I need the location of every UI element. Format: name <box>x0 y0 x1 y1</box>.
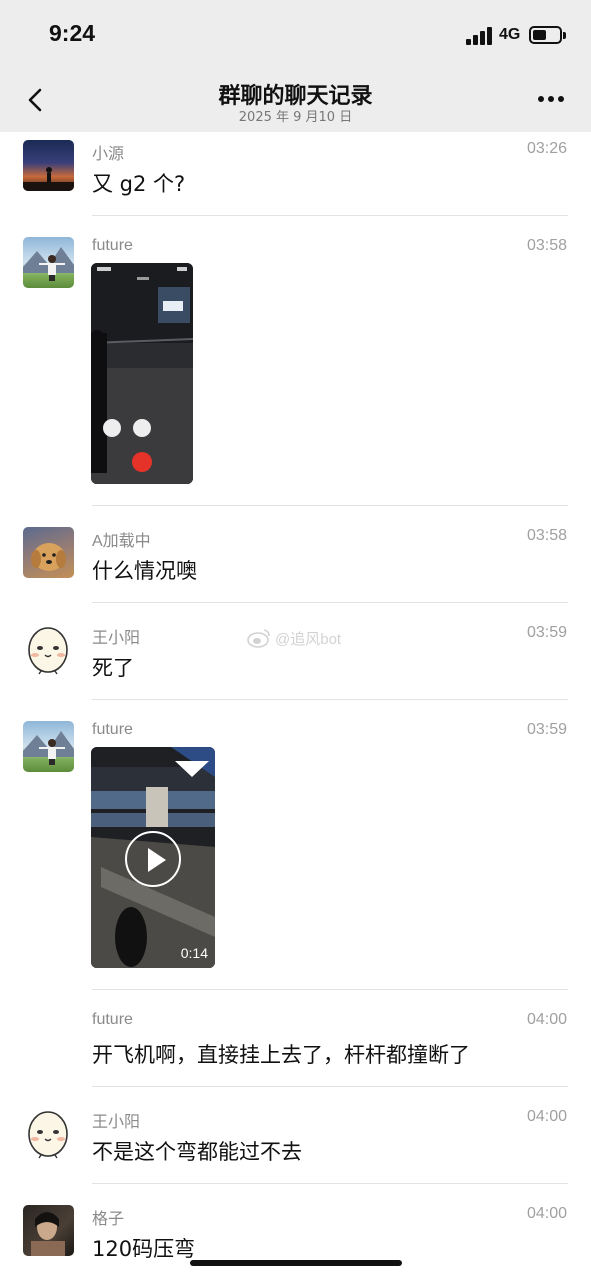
battery-cap <box>563 32 566 39</box>
status-time: 9:24 <box>49 20 96 46</box>
watermark-text: @追风bot <box>275 631 342 648</box>
divider <box>92 1183 568 1184</box>
avatar[interactable] <box>23 140 74 191</box>
message-time: 03:58 <box>526 527 567 544</box>
avatar[interactable] <box>23 527 74 578</box>
avatar[interactable] <box>23 624 74 675</box>
signal-icon <box>466 27 494 45</box>
divider <box>92 505 568 506</box>
avatar[interactable] <box>23 1205 74 1256</box>
play-icon[interactable] <box>125 831 181 887</box>
message-time: 04:00 <box>526 1205 567 1222</box>
divider <box>92 602 568 603</box>
watermark: @追风bot <box>247 628 341 648</box>
divider <box>92 989 568 990</box>
network-type: 4G <box>499 26 521 43</box>
battery-icon <box>529 26 562 44</box>
message-text: 什么情况噢 <box>92 559 197 583</box>
message-text: 死了 <box>92 656 134 680</box>
page-date: 2025 年 9 月10 日 <box>238 110 353 125</box>
message-text: 又 g2 个? <box>92 172 186 196</box>
video-duration: 0:14 <box>180 945 208 961</box>
image-message[interactable] <box>91 263 193 484</box>
avatar[interactable] <box>23 237 74 288</box>
divider <box>92 215 568 216</box>
divider <box>92 1086 568 1087</box>
message-time: 04:00 <box>526 1011 567 1028</box>
message-text: 开飞机啊，直接挂上去了，杆杆都撞断了 <box>92 1043 470 1067</box>
divider <box>92 699 568 700</box>
message-time: 03:58 <box>526 237 567 254</box>
weibo-icon <box>247 629 270 648</box>
video-message[interactable]: 0:14 <box>91 747 215 968</box>
ellipsis-icon[interactable] <box>536 96 566 104</box>
sender-name: 小源 <box>92 146 125 163</box>
status-bar: 9:24 4G <box>0 0 591 66</box>
sender-name: future <box>92 237 133 254</box>
sender-name: A加载中 <box>92 533 151 550</box>
message-time: 03:59 <box>526 624 567 641</box>
message-time: 03:59 <box>526 721 567 738</box>
sender-name: future <box>92 1011 133 1028</box>
sender-name: 王小阳 <box>92 1114 141 1131</box>
sender-name: 王小阳 <box>92 630 141 647</box>
sender-name: future <box>92 721 133 738</box>
message-time: 04:00 <box>526 1108 567 1125</box>
avatar[interactable] <box>23 1108 74 1159</box>
sender-name: 格子 <box>92 1211 125 1228</box>
message-text: 120码压弯 <box>92 1237 196 1261</box>
home-indicator <box>190 1260 402 1266</box>
navigation-bar: 群聊的聊天记录 2025 年 9 月10 日 <box>0 66 591 132</box>
avatar[interactable] <box>23 721 74 772</box>
message-text: 不是这个弯都能过不去 <box>92 1140 302 1164</box>
message-time: 03:26 <box>526 140 567 157</box>
